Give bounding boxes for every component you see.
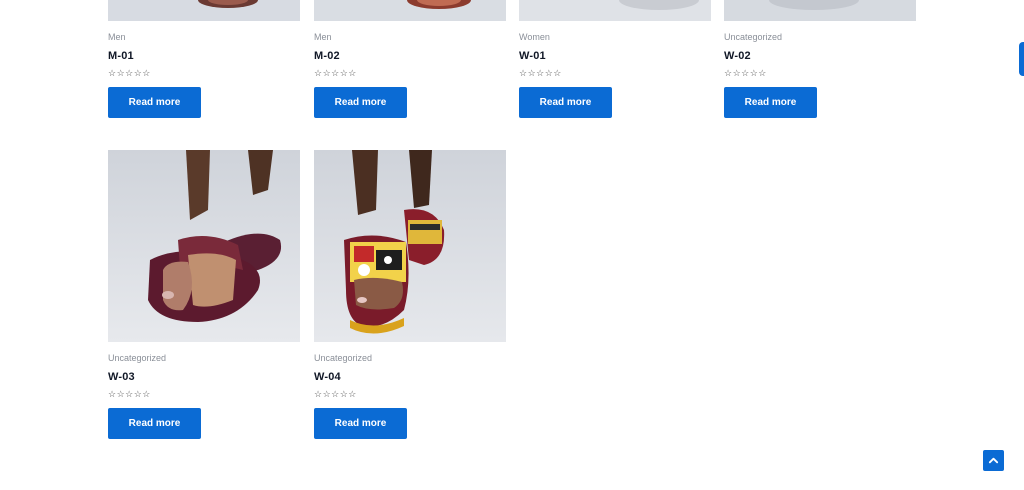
product-category: Uncategorized [108, 353, 167, 363]
product-image[interactable] [108, 150, 300, 342]
side-panel-tab[interactable] [1019, 42, 1024, 76]
product-category: Uncategorized [724, 32, 783, 42]
product-image[interactable] [519, 0, 711, 21]
star-rating-icon: ☆☆☆☆☆ [724, 68, 767, 78]
product-category: Uncategorized [314, 353, 373, 363]
read-more-button[interactable]: Read more [108, 87, 201, 118]
scroll-to-top-button[interactable] [983, 450, 1004, 471]
read-more-button[interactable]: Read more [314, 87, 407, 118]
product-title[interactable]: W-01 [519, 50, 546, 62]
product-image[interactable] [108, 0, 300, 21]
product-category: Men [108, 32, 126, 42]
product-title[interactable]: M-02 [314, 50, 340, 62]
product-image[interactable] [314, 150, 506, 342]
read-more-button[interactable]: Read more [108, 408, 201, 439]
read-more-button[interactable]: Read more [724, 87, 817, 118]
star-rating-icon: ☆☆☆☆☆ [519, 68, 562, 78]
product-category: Women [519, 32, 550, 42]
product-title[interactable]: W-04 [314, 371, 341, 383]
read-more-button[interactable]: Read more [519, 87, 612, 118]
read-more-button[interactable]: Read more [314, 408, 407, 439]
product-title[interactable]: W-02 [724, 50, 751, 62]
product-category: Men [314, 32, 332, 42]
star-rating-icon: ☆☆☆☆☆ [108, 68, 151, 78]
star-rating-icon: ☆☆☆☆☆ [108, 389, 151, 399]
star-rating-icon: ☆☆☆☆☆ [314, 68, 357, 78]
star-rating-icon: ☆☆☆☆☆ [314, 389, 357, 399]
chevron-up-icon [988, 457, 999, 464]
product-title[interactable]: M-01 [108, 50, 134, 62]
product-title[interactable]: W-03 [108, 371, 135, 383]
product-image[interactable] [314, 0, 506, 21]
product-image[interactable] [724, 0, 916, 21]
